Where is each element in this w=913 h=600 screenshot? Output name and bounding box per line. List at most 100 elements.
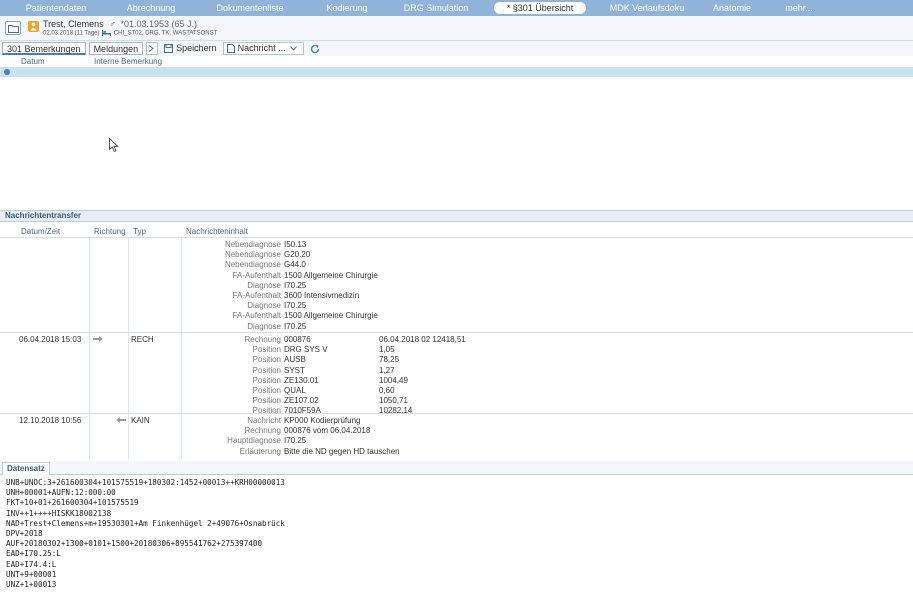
transfer-list: Nebendiagnose I50.13 Nebendiagnose G20.20 Ne… — [0, 238, 913, 459]
field-value-secondary: 1,27 — [379, 365, 395, 375]
field-value-secondary: 0,60 — [379, 386, 395, 395]
bemerkungen-header: Datum Interne Bemerkung — [0, 56, 913, 67]
patient-name: Trest, Clemens — [43, 19, 104, 29]
arrow-right-icon — [93, 336, 103, 342]
column-nachrichteninhalt[interactable]: Nachrichteninhalt — [186, 227, 248, 236]
column-interne-bemerkung[interactable]: Interne Bemerkung — [94, 57, 162, 66]
bemerkungen-list[interactable] — [0, 77, 913, 208]
field-value: DRG SYS V — [284, 345, 328, 355]
field-value: I50.13 — [284, 240, 307, 249]
tab-mdk-verlaufsdoku[interactable]: MDK Verlaufsdoku — [596, 2, 698, 14]
mouse-pointer-icon — [109, 138, 119, 153]
field-label: Rechnung — [244, 426, 281, 436]
save-label: Speichern — [176, 43, 217, 53]
main-tab-bar: Patientendaten Abrechnung Dokumentenlist… — [0, 0, 913, 16]
table-row[interactable]: 06.04.2018 15:03 RECH Rechnung 000876 06.0… — [0, 333, 913, 415]
gender-icon: ♂ — [109, 19, 116, 29]
table-row[interactable]: 12.10.2018 10:56 KAIN Nachricht KP000 Kod… — [0, 414, 913, 459]
field-value: 000876 vom 06.04.2018 — [284, 426, 371, 436]
field-value: G44.0 — [284, 260, 306, 270]
field-label: Position — [252, 365, 281, 375]
column-datum-zeit[interactable]: Datum/Zeit — [21, 227, 60, 236]
datensatz-line: FKT+10+01+261600304+101575519 — [6, 498, 139, 508]
field-value-secondary: 1,05 — [379, 345, 395, 355]
tab-301-bemerkungen[interactable]: 301 Bemerkungen — [2, 42, 86, 55]
field-value-secondary: 06.04.2018 02 12418,51 — [379, 335, 466, 344]
datensatz-line: UNT+9+00001 — [6, 569, 57, 579]
field-label: Diagnose — [247, 280, 281, 290]
field-value: I70.25 — [284, 436, 307, 446]
column-richtung[interactable]: Richtung — [94, 227, 126, 236]
datensatz-line: EAD+I70.25:L — [6, 549, 61, 559]
tab-301-uebersicht[interactable]: * §301 Übersicht — [494, 2, 586, 14]
datensatz-line: AUF+20180302+1300+0101+1500+20180306+895… — [6, 539, 263, 549]
field-label: Rechnung — [244, 335, 281, 344]
tab-abrechnung[interactable]: Abrechnung — [112, 2, 190, 14]
tab-patientendaten[interactable]: Patientendaten — [0, 2, 112, 14]
field-value: QUAL — [284, 386, 306, 395]
datensatz-line: UNZ+1+00013 — [6, 580, 57, 590]
field-value-secondary: 78,25 — [379, 355, 400, 365]
field-label: Nebendiagnose — [224, 240, 281, 249]
datensatz-tabbar: Datensatz — [0, 461, 913, 475]
field-label: Position — [252, 345, 281, 355]
message-dropdown[interactable]: Nachricht ... — [222, 42, 304, 55]
refresh-button[interactable] — [307, 42, 326, 55]
field-label: Diagnose — [247, 321, 281, 331]
tab-meldungen[interactable]: Meldungen — [88, 42, 144, 55]
datensatz-line: EAD+I74.4:L — [6, 559, 57, 569]
field-value: Bitte die ND gegen HD tauschen — [284, 446, 400, 456]
column-datum[interactable]: Datum — [21, 57, 45, 66]
stay-info: 02.03.2018 (11 Tage) — [43, 30, 100, 37]
field-label: FA-Aufenthalt — [232, 291, 281, 300]
field-label: Hauptdiagnose — [227, 436, 281, 446]
field-value: I70.25 — [284, 301, 307, 311]
field-value: ZE130.01 — [284, 375, 319, 385]
section-nachrichtentransfer-title: Nachrichtentransfer — [0, 210, 913, 222]
chevron-right-icon — [148, 45, 154, 52]
patient-dob: *01.03.1953 (65 J.) — [120, 19, 198, 29]
folder-icon[interactable] — [5, 21, 21, 35]
field-label: FA-Aufenthalt — [232, 311, 281, 321]
field-label: Position — [252, 355, 281, 365]
field-label: Nebendiagnose — [224, 250, 281, 260]
field-label: Position — [252, 386, 281, 395]
field-value: 3600 Intensivmedizin — [284, 291, 360, 300]
patient-type-icon — [28, 21, 39, 32]
table-row[interactable]: Nebendiagnose I50.13 Nebendiagnose G20.20 Ne… — [0, 238, 913, 332]
tab-dokumentenliste[interactable]: Dokumentenliste — [190, 2, 310, 14]
tab-datensatz[interactable]: Datensatz — [2, 462, 50, 475]
field-value: 1500 Allgemeine Chirurgie — [284, 311, 378, 321]
field-label: Position — [252, 375, 281, 385]
field-value: AUSB — [284, 355, 306, 365]
datensatz-line: DPV+2018 — [6, 529, 43, 539]
tab-anatomie[interactable]: Anatomie — [698, 2, 766, 14]
message-label: Nachricht ... — [237, 43, 286, 53]
field-label: Diagnose — [247, 301, 281, 311]
field-label: Nebendiagnose — [224, 260, 281, 270]
field-value: 000876 — [284, 335, 311, 344]
patient-stay-line: 02.03.2018 (11 Tage) CHI_ST02, DRG, TK, … — [43, 30, 217, 37]
tab-drg-simulation[interactable]: DRG Simulation — [384, 2, 488, 14]
transfer-header: Datum/Zeit Richtung Typ Nachrichteninhal… — [0, 226, 913, 238]
field-value: SYST — [284, 365, 305, 375]
field-value-secondary: 1050,71 — [379, 396, 408, 406]
field-value-secondary: 1004,49 — [379, 375, 408, 385]
row-datetime: 06.04.2018 15:03 — [19, 335, 82, 344]
column-typ[interactable]: Typ — [133, 227, 146, 236]
table-row[interactable] — [0, 67, 913, 77]
field-label: Position — [252, 396, 281, 406]
datensatz-line: UNH+00001+AUFN:12:000:00 — [6, 488, 116, 498]
field-label: Nachricht — [247, 416, 281, 425]
datensatz-content[interactable]: UNB+UNOC:3+261600304+101575519+180302:14… — [0, 476, 913, 600]
row-type: KAIN — [131, 416, 150, 425]
toolbar: 301 Bemerkungen Meldungen Speichern Nach… — [0, 41, 913, 56]
tab-kodierung[interactable]: Kodierung — [310, 2, 384, 14]
tab-mehr[interactable]: mehr... — [766, 2, 832, 14]
field-value: ZE107.02 — [284, 396, 319, 406]
save-button[interactable]: Speichern — [161, 42, 220, 55]
row-datetime: 12.10.2018 10:56 — [19, 416, 82, 425]
next-button[interactable] — [146, 42, 159, 55]
arrow-left-icon — [116, 417, 126, 423]
field-value: 1500 Allgemeine Chirurgie — [284, 270, 378, 280]
